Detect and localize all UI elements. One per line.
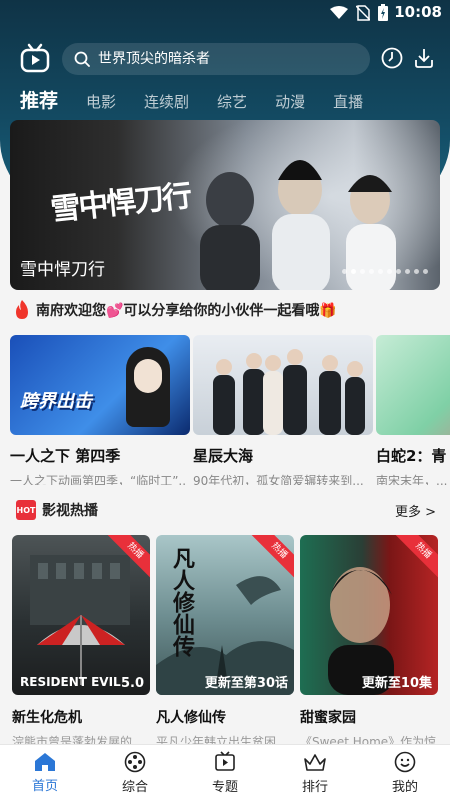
search-input[interactable]: [98, 51, 348, 67]
nav-label: 综合: [121, 779, 148, 795]
featured-card[interactable]: 跨界出击 一人之下 第四季 一人之下动画第四季，“临时工”...: [10, 335, 190, 485]
nav-label: 排行: [301, 779, 328, 795]
nav-label: 首页: [31, 778, 58, 794]
smiley-icon: [394, 751, 416, 772]
carousel-dot: [414, 269, 419, 274]
no-sim-icon: [356, 4, 370, 21]
hot-ribbon: 热播: [394, 535, 438, 580]
search-bar[interactable]: [62, 43, 370, 75]
hot-ribbon: 热播: [250, 535, 294, 580]
carousel-dot: [360, 269, 365, 274]
more-link[interactable]: 更多 >: [395, 501, 436, 520]
featured-thumbnail: 跨界出击: [10, 335, 190, 435]
tab-variety[interactable]: 综艺: [217, 91, 247, 112]
top-bar: [0, 40, 450, 78]
nav-label: 专题: [211, 779, 238, 795]
episode-overlay: 更新至10集: [361, 676, 432, 691]
carousel-dot: [387, 269, 392, 274]
banner-caption: 雪中悍刀行: [20, 260, 105, 280]
featured-row: 跨界出击 一人之下 第四季 一人之下动画第四季，“临时工”... 星辰大海 90…: [10, 335, 450, 485]
featured-title: 一人之下 第四季: [10, 447, 121, 465]
episode-overlay: 更新至第30话: [204, 676, 288, 691]
download-icon[interactable]: [412, 46, 436, 70]
search-icon: [74, 51, 90, 67]
tv-logo-icon[interactable]: [20, 43, 50, 73]
featured-desc: 90年代初，孤女简爱辗转来到...: [193, 474, 364, 485]
welcome-notice: 南府欢迎您💕可以分享给你的小伙伴一起看哦🎁: [14, 300, 337, 320]
featured-card[interactable]: 白蛇2：青 南宋末年，...: [376, 335, 450, 485]
tab-movies[interactable]: 电影: [86, 91, 116, 112]
tab-live[interactable]: 直播: [333, 91, 363, 112]
crown-icon: [304, 753, 326, 771]
banner-figures: [200, 160, 396, 290]
featured-desc: 南宋末年，...: [376, 474, 448, 485]
tv-play-icon: [215, 750, 235, 771]
featured-thumbnail: [376, 335, 450, 435]
poster-title-art: RESIDENT EVIL: [20, 675, 121, 689]
featured-title: 星辰大海: [193, 447, 254, 465]
nav-label: 我的: [391, 779, 418, 795]
nav-topics[interactable]: 专题: [180, 745, 270, 800]
carousel-dot: [369, 269, 374, 274]
home-icon: [35, 752, 55, 771]
film-reel-icon: [124, 751, 146, 772]
carousel-dot: [423, 269, 428, 274]
wifi-icon: [330, 5, 348, 19]
carousel-dot: [396, 269, 401, 274]
featured-title: 白蛇2：青: [376, 447, 447, 465]
featured-thumbnail: [193, 335, 373, 435]
battery-charging-icon: [378, 4, 388, 21]
poster-title: 凡人修仙传: [156, 710, 226, 726]
nav-home[interactable]: 首页: [0, 745, 90, 800]
bottom-navigation: 首页 综合 专题 排行 我的: [0, 744, 450, 800]
featured-card[interactable]: 星辰大海 90年代初，孤女简爱辗转来到...: [193, 335, 373, 485]
featured-desc: 一人之下动画第四季，“临时工”...: [10, 474, 186, 485]
history-clock-icon[interactable]: [380, 46, 404, 70]
nav-ranking[interactable]: 排行: [270, 745, 360, 800]
carousel-dot: [378, 269, 383, 274]
hot-badge-icon: HOT: [16, 500, 36, 520]
tab-series[interactable]: 连续剧: [144, 91, 189, 112]
poster-title: 新生化危机: [12, 710, 82, 726]
carousel-indicator: [342, 269, 428, 274]
carousel-dot: [351, 269, 356, 274]
fire-icon: [16, 300, 28, 319]
section-title: 影视热播: [42, 503, 98, 519]
carousel-dot: [342, 269, 347, 274]
poster-title: 甜蜜家园: [300, 710, 356, 726]
category-tabs: 推荐 电影 连续剧 综艺 动漫 直播: [20, 86, 391, 113]
banner-carousel[interactable]: 雪中悍刀行 雪中悍刀行: [10, 120, 440, 290]
hot-ribbon: 热播: [106, 535, 150, 580]
hot-grid: RESIDENT EVIL 5.0 新生化危机 浣熊市曾是蓬勃发展的... 凡人…: [12, 535, 450, 745]
rating-overlay: 5.0: [120, 676, 144, 691]
tab-recommend[interactable]: 推荐: [20, 86, 58, 113]
nav-general[interactable]: 综合: [90, 745, 180, 800]
status-time: 10:08: [394, 3, 442, 21]
status-bar: 10:08: [0, 0, 450, 26]
nav-mine[interactable]: 我的: [360, 745, 450, 800]
hot-section-header: HOT 影视热播 更多 >: [16, 498, 436, 522]
carousel-dot: [405, 269, 410, 274]
tab-anime[interactable]: 动漫: [275, 91, 305, 112]
notice-text: 南府欢迎您💕可以分享给你的小伙伴一起看哦🎁: [36, 303, 337, 319]
